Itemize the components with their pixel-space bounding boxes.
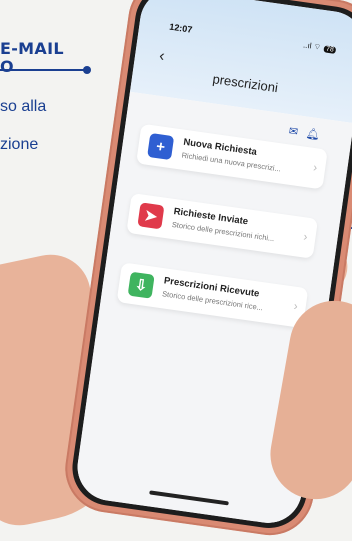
plus-icon: + [147,132,175,161]
card-richieste-inviate[interactable]: ➤ Richieste Inviate Storico delle prescr… [126,192,319,259]
mail-icon[interactable]: ✉ [288,125,307,139]
promo-body-line1: so alla [0,98,47,115]
chevron-right-icon: › [302,229,309,244]
inbox-download-icon: ⇩ [127,271,155,299]
chevron-right-icon: › [312,160,319,175]
promo-body: so alla zione [0,78,46,173]
status-indicators: ..ıl ⌔ 78 [302,40,337,54]
home-indicator[interactable] [149,490,229,506]
status-time: 12:07 [168,21,193,35]
promo-body-line2: zione [0,136,39,153]
send-icon: ➤ [137,202,165,230]
promo-divider [0,69,86,71]
toolbar-icons: ✉🔔︎ [288,124,329,142]
card-prescrizioni-ricevute[interactable]: ⇩ Prescrizioni Ricevute Storico delle pr… [116,262,309,329]
battery-icon: 78 [323,45,337,54]
promo-panel: E-MAIL O so alla zione [0,0,110,153]
signal-wifi-icon: ..ıl ⌔ [302,40,322,52]
promo-title-line2: O [0,57,14,76]
promo-title-line1: E-MAIL [0,39,64,58]
chevron-right-icon: › [292,298,299,314]
promo-divider-dot [83,66,91,74]
bell-icon[interactable]: 🔔︎ [305,128,328,143]
